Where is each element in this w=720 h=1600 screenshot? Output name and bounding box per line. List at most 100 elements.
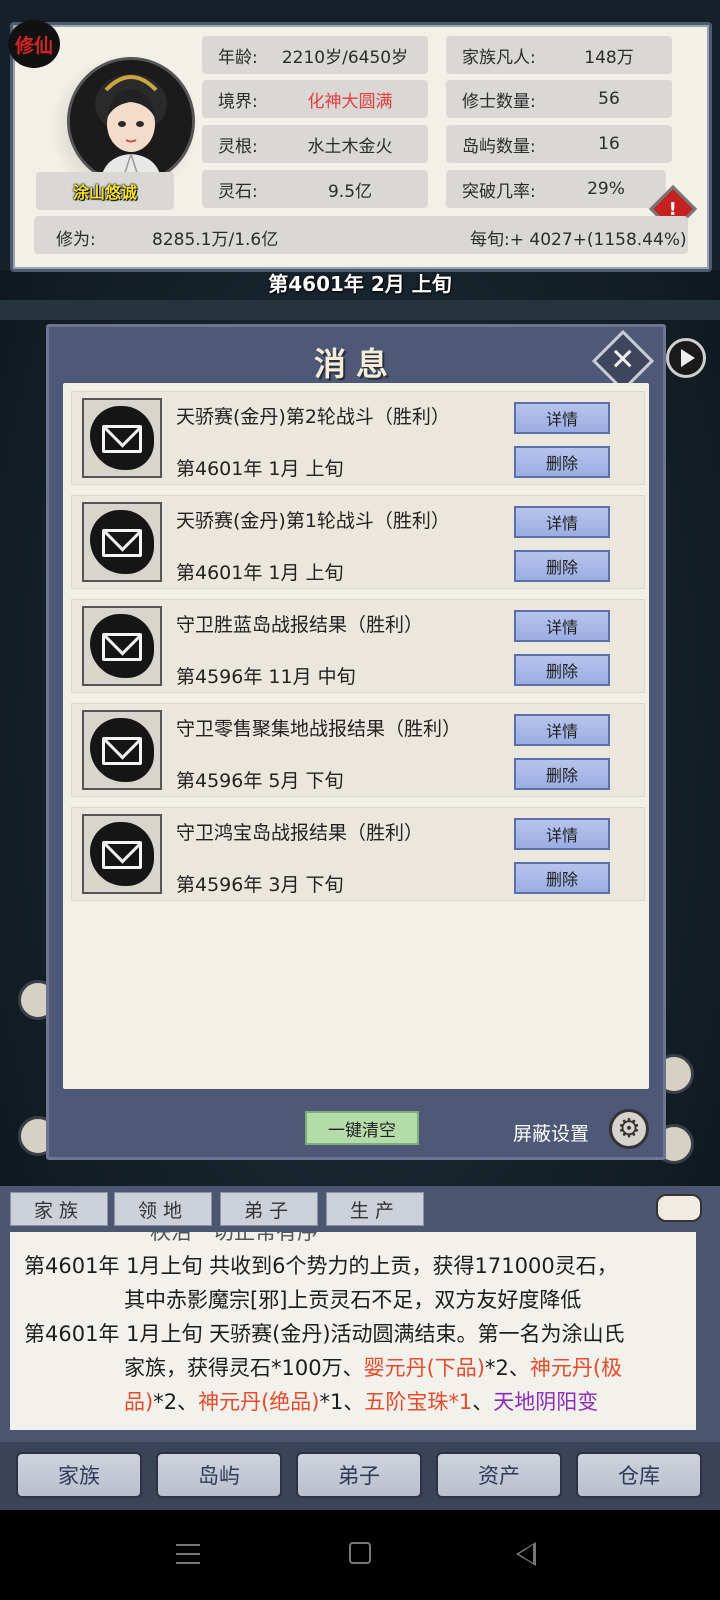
nav-warehouse-button[interactable]: 仓库 bbox=[576, 1452, 702, 1498]
message-date: 第4596年 11月 中旬 bbox=[176, 666, 356, 688]
log-line: 第4601年 1月上旬 共收到6个势力的上贡，获得171000灵石， bbox=[24, 1250, 618, 1283]
stat-spirit-stone-value: 9.5亿 bbox=[327, 181, 373, 202]
message-title: 天骄赛(金丹)第2轮战斗（胜利） bbox=[176, 406, 450, 428]
log-tab-territory[interactable]: 领地 bbox=[114, 1192, 212, 1226]
bottom-nav: 家族 岛屿 弟子 资产 仓库 bbox=[0, 1442, 720, 1510]
stat-age: 年龄: 2210岁/6450岁 bbox=[202, 36, 428, 74]
log-line: 其中赤影魔宗[邪]上贡灵石不足，双方友好度降低 bbox=[124, 1288, 582, 1312]
delete-button[interactable]: 删除 bbox=[514, 446, 610, 478]
clear-all-button[interactable]: 一键清空 bbox=[305, 1111, 419, 1145]
log-date: 第4601年 bbox=[24, 1322, 120, 1346]
background-strip bbox=[0, 300, 720, 320]
delete-button[interactable]: 删除 bbox=[514, 758, 610, 790]
recent-apps-icon[interactable] bbox=[176, 1544, 200, 1564]
stat-spirit-stone: 灵石: 9.5亿 bbox=[202, 170, 428, 208]
stat-cultivators: 修士数量: 56 bbox=[446, 80, 672, 118]
message-date: 第4596年 3月 下旬 bbox=[176, 874, 344, 896]
cultivation-bar: 修为: 8285.1万/1.6亿 每旬:+ 4027+(1158.44%) bbox=[34, 216, 688, 254]
stat-spirit-root-value: 水土木金火 bbox=[307, 136, 393, 157]
log-date: 第4601年 bbox=[24, 1254, 120, 1278]
stat-realm: 境界: 化神大圆满 bbox=[202, 80, 428, 118]
log-item: 婴元丹(下品) bbox=[363, 1356, 485, 1380]
stat-mortals: 家族凡人: 148万 bbox=[446, 36, 672, 74]
log-tab-disciples[interactable]: 弟子 bbox=[220, 1192, 318, 1226]
nav-islands-button[interactable]: 岛屿 bbox=[156, 1452, 282, 1498]
home-icon[interactable] bbox=[349, 1542, 371, 1564]
xiuxian-badge: 修仙 bbox=[8, 20, 60, 68]
log-text: *1、 bbox=[319, 1390, 365, 1414]
character-name[interactable]: 涂山悠诚 bbox=[36, 172, 174, 210]
stat-breakthrough: 突破几率: 29% bbox=[446, 170, 666, 208]
log-line: 秩治一切正常有序 bbox=[150, 1232, 318, 1244]
envelope-icon bbox=[82, 814, 162, 894]
stat-islands: 岛屿数量: 16 bbox=[446, 125, 672, 163]
message-list: 天骄赛(金丹)第2轮战斗（胜利） 第4601年 1月 上旬 详情 删除 天骄赛(… bbox=[63, 383, 649, 1089]
details-button[interactable]: 详情 bbox=[514, 402, 610, 434]
message-item: 守卫零售聚集地战报结果（胜利） 第4596年 5月 下旬 详情 删除 bbox=[71, 703, 645, 797]
avatar-portrait-icon bbox=[70, 60, 192, 182]
stat-breakthrough-value: 29% bbox=[587, 179, 625, 199]
log-text: 、 bbox=[472, 1390, 494, 1414]
stat-mortals-value: 148万 bbox=[584, 47, 634, 68]
log-item: 天地阴阳变 bbox=[493, 1390, 599, 1414]
message-date: 第4601年 1月 上旬 bbox=[176, 458, 344, 480]
nav-family-button[interactable]: 家族 bbox=[16, 1452, 142, 1498]
message-title: 守卫鸿宝岛战报结果（胜利） bbox=[176, 822, 424, 844]
stat-spirit-root: 灵根: 水土木金火 bbox=[202, 125, 428, 163]
nav-assets-button[interactable]: 资产 bbox=[436, 1452, 562, 1498]
cultivation-label: 修为: bbox=[56, 230, 96, 250]
log-text: *2、 bbox=[153, 1390, 199, 1414]
stat-age-value: 2210岁/6450岁 bbox=[281, 47, 409, 68]
current-date: 第4601年 2月 上旬 bbox=[268, 272, 452, 296]
log-text: 1月上旬 天骄赛(金丹)活动圆满结束。第一名为涂山氏 bbox=[126, 1322, 625, 1346]
log-panel: 家族 领地 弟子 生产 秩治一切正常有序 第4601年 1月上旬 共收到6个势力… bbox=[0, 1186, 720, 1442]
log-line: 第4601年 1月上旬 天骄赛(金丹)活动圆满结束。第一名为涂山氏 bbox=[24, 1318, 625, 1351]
envelope-icon bbox=[82, 398, 162, 478]
message-title: 守卫零售聚集地战报结果（胜利） bbox=[176, 718, 462, 740]
close-icon: ✕ bbox=[610, 342, 636, 378]
nav-disciples-button[interactable]: 弟子 bbox=[296, 1452, 422, 1498]
system-nav-bar bbox=[0, 1510, 720, 1600]
log-item: 神元丹(极 bbox=[529, 1356, 623, 1380]
details-button[interactable]: 详情 bbox=[514, 506, 610, 538]
delete-button[interactable]: 删除 bbox=[514, 654, 610, 686]
avatar[interactable] bbox=[67, 57, 195, 185]
stat-realm-value: 化神大圆满 bbox=[307, 91, 393, 112]
log-item: 神元丹(绝品) bbox=[198, 1390, 320, 1414]
cultivation-rate: 每旬:+ 4027+(1158.44%) bbox=[470, 230, 687, 250]
log-item: 五阶宝珠*1 bbox=[364, 1390, 473, 1414]
log-line: 品)*2、神元丹(绝品)*1、五阶宝珠*1、天地阴阳变 bbox=[124, 1386, 598, 1419]
message-title: 天骄赛(金丹)第1轮战斗（胜利） bbox=[176, 510, 450, 532]
delete-button[interactable]: 删除 bbox=[514, 550, 610, 582]
stat-islands-value: 16 bbox=[598, 134, 620, 154]
log-tab-family[interactable]: 家族 bbox=[10, 1192, 108, 1226]
log-text: 1月上旬 共收到6个势力的上贡，获得171000灵石， bbox=[126, 1254, 618, 1278]
envelope-icon bbox=[82, 606, 162, 686]
message-date: 第4596年 5月 下旬 bbox=[176, 770, 344, 792]
log-item: 品) bbox=[124, 1390, 154, 1414]
details-button[interactable]: 详情 bbox=[514, 610, 610, 642]
log-text: *2、 bbox=[484, 1356, 530, 1380]
log-text: 家族，获得灵石*100万、 bbox=[124, 1356, 364, 1380]
message-date: 第4601年 1月 上旬 bbox=[176, 562, 344, 584]
message-title: 守卫胜蓝岛战报结果（胜利） bbox=[176, 614, 424, 636]
stat-cultivators-value: 56 bbox=[598, 89, 620, 109]
cultivation-value: 8285.1万/1.6亿 bbox=[152, 230, 279, 250]
log-text-area[interactable]: 秩治一切正常有序 第4601年 1月上旬 共收到6个势力的上贡，获得171000… bbox=[10, 1232, 696, 1430]
details-button[interactable]: 详情 bbox=[514, 714, 610, 746]
details-button[interactable]: 详情 bbox=[514, 818, 610, 850]
message-dialog: 消息 ✕ 天骄赛(金丹)第2轮战斗（胜利） 第4601年 1月 上旬 详情 删除… bbox=[46, 324, 666, 1160]
gear-icon[interactable]: ⚙ bbox=[609, 1109, 649, 1149]
message-item: 天骄赛(金丹)第1轮战斗（胜利） 第4601年 1月 上旬 详情 删除 bbox=[71, 495, 645, 589]
message-item: 天骄赛(金丹)第2轮战斗（胜利） 第4601年 1月 上旬 详情 删除 bbox=[71, 391, 645, 485]
dialog-title: 消息 bbox=[313, 345, 398, 383]
envelope-icon bbox=[82, 710, 162, 790]
shield-settings-label[interactable]: 屏蔽设置 bbox=[513, 1119, 589, 1146]
message-item: 守卫胜蓝岛战报结果（胜利） 第4596年 11月 中旬 详情 删除 bbox=[71, 599, 645, 693]
message-item: 守卫鸿宝岛战报结果（胜利） 第4596年 3月 下旬 详情 删除 bbox=[71, 807, 645, 901]
back-icon[interactable] bbox=[516, 1542, 536, 1566]
bag-icon[interactable] bbox=[656, 1194, 702, 1222]
log-tab-production[interactable]: 生产 bbox=[326, 1192, 424, 1226]
delete-button[interactable]: 删除 bbox=[514, 862, 610, 894]
play-icon[interactable] bbox=[666, 338, 706, 378]
